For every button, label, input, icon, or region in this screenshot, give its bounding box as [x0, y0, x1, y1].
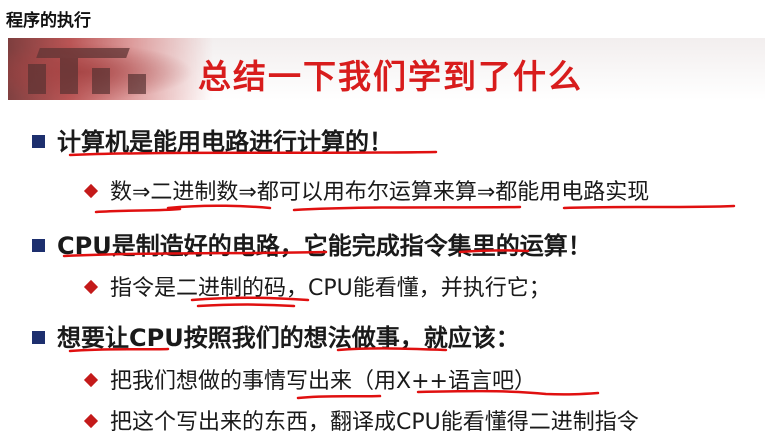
window-title: 程序的执行	[6, 11, 91, 31]
window-titlebar: 程序的执行	[0, 0, 765, 34]
handwritten-underline-annotations	[62, 150, 736, 400]
slide: 总结一下我们学到了什么 计算机是能用电路进行计算的！ 数⇒二进制数⇒都可以用布尔…	[8, 38, 765, 444]
